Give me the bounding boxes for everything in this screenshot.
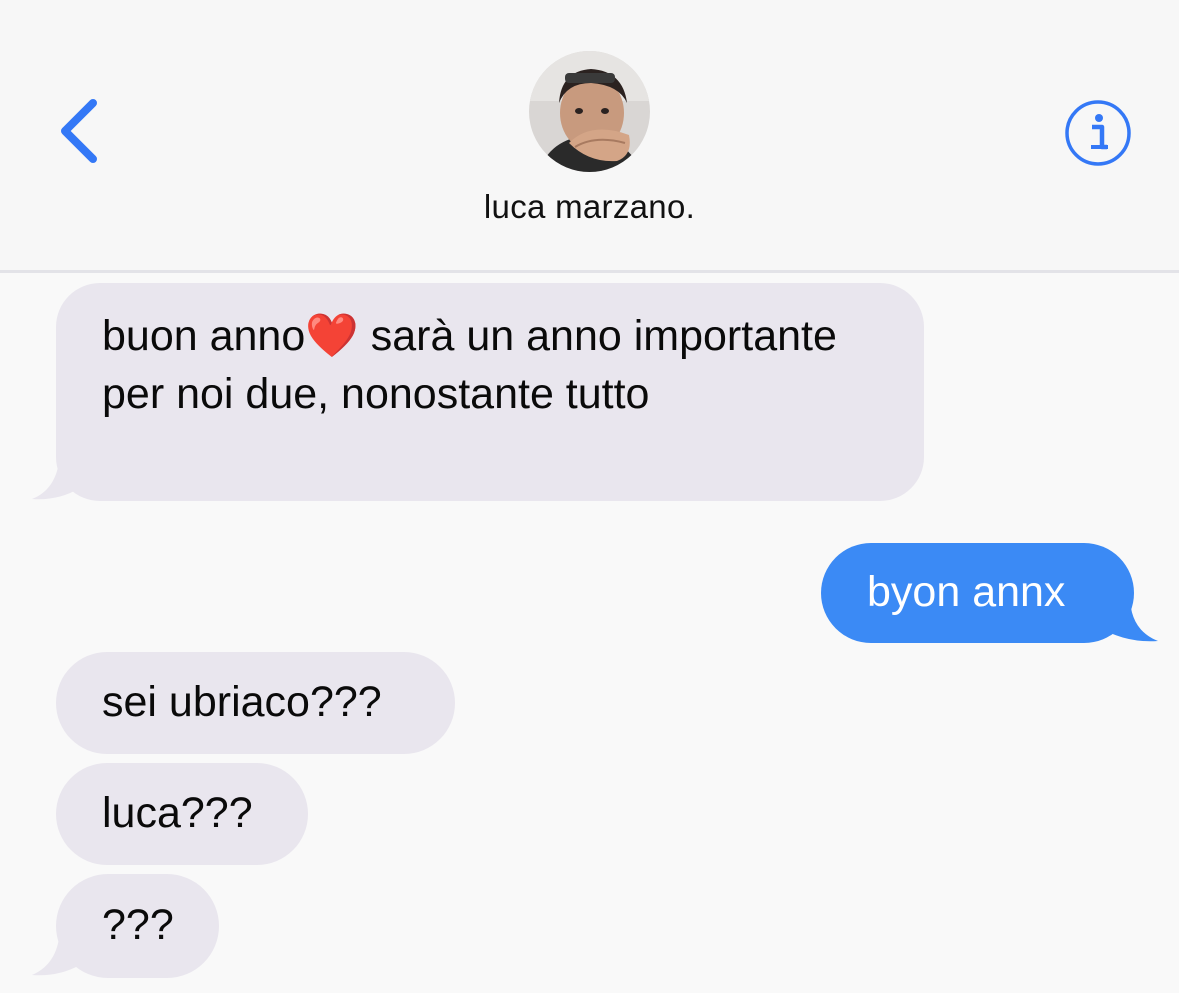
chevron-left-icon (61, 99, 97, 163)
message-bubble-incoming[interactable]: buon anno❤️ sarà un anno importante per … (56, 283, 924, 501)
message-bubble-incoming[interactable]: ??? (56, 874, 219, 978)
avatar[interactable] (529, 51, 650, 172)
info-button[interactable] (1064, 99, 1132, 167)
contact-name[interactable]: luca marzano. (0, 188, 1179, 226)
info-circle-icon (1065, 100, 1131, 166)
message-thread: buon anno❤️ sarà un anno importante per … (0, 273, 1179, 993)
message-bubble-outgoing[interactable]: byon annx (821, 543, 1134, 643)
message-bubble-incoming[interactable]: sei ubriaco??? (56, 652, 455, 754)
message-bubble-incoming[interactable]: luca??? (56, 763, 308, 865)
conversation-header: luca marzano. (0, 0, 1179, 273)
contact-photo (529, 51, 650, 172)
back-button[interactable] (55, 95, 111, 171)
